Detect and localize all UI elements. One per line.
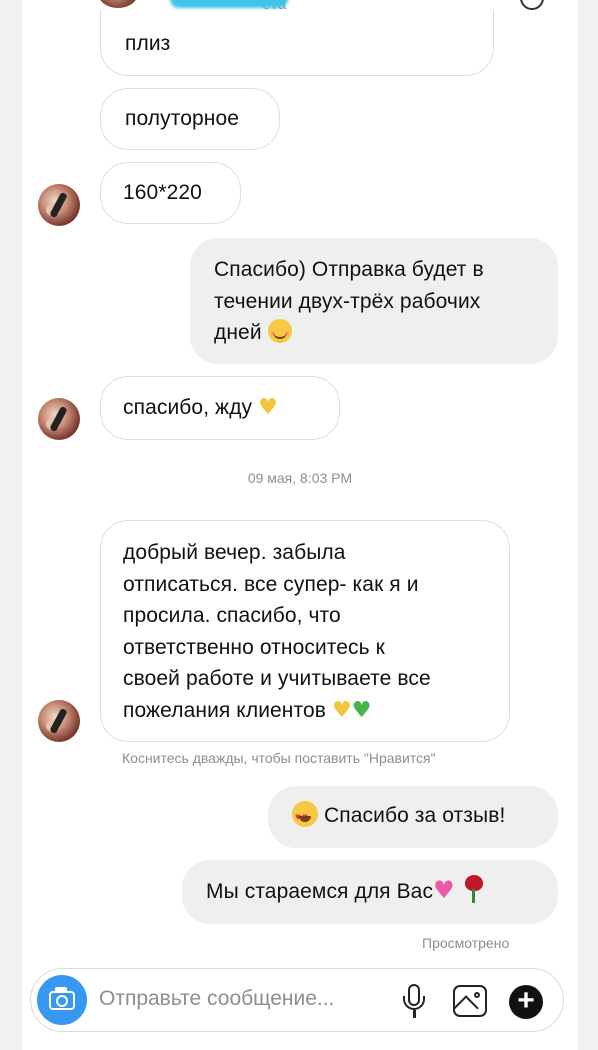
message-composer: Отправьте сообщение... + [30,968,564,1032]
message-line: Спасибо) Отправка будет в [214,258,484,281]
image-icon[interactable] [453,985,487,1017]
message-line: течении двух-трёх рабочих [214,289,481,313]
message-text: 160*220 [123,181,202,204]
sender-avatar[interactable] [38,700,80,742]
message-input[interactable]: Отправьте сообщение... [99,987,334,1011]
smiling-face-emoji-icon [267,319,292,343]
yellow-heart-emoji-icon: ♥ [331,697,352,723]
message-line: отписаться. все супер- как я и [123,572,419,596]
yellow-heart-emoji-icon: ♥ [258,395,278,420]
microphone-icon[interactable] [401,984,427,1020]
message-text: плиз [125,32,171,55]
message-text: спасибо, жду [123,396,253,419]
incoming-message[interactable]: 160*220 [100,162,241,224]
message-timestamp: 09 мая, 8:03 PM [247,470,353,486]
contact-avatar[interactable] [98,0,138,8]
message-line: своей работе и учитываете все [123,667,431,690]
heart-eyes-emoji-icon [292,801,318,834]
info-icon[interactable] [520,0,544,10]
message-text: полуторное [125,107,240,130]
outgoing-message[interactable]: Спасибо) Отправка будет в течении двух-т… [190,238,558,364]
green-heart-emoji-icon: ♥ [351,697,372,723]
message-line: пожелания клиентов [123,698,327,722]
double-tap-like-hint: Коснитесь дважды, чтобы поставить "Нрави… [122,750,436,766]
incoming-message[interactable]: спасибо, жду ♥ [100,376,340,440]
message-text: Мы стараемся для Вас [206,880,434,903]
seen-status: Просмотрено [422,935,510,951]
sparkling-heart-emoji-icon: ♥ [433,876,455,904]
message-line: ответственно относитесь к [123,635,385,659]
outgoing-message[interactable]: Спасибо за отзыв! [268,786,558,848]
redaction-scribble [170,0,288,8]
sender-avatar[interactable] [38,184,80,226]
incoming-message[interactable]: добрый вечер. забыла отписаться. все суп… [100,520,510,742]
message-line: просила. спасибо, что [123,604,341,627]
message-line: дней [214,321,262,344]
incoming-message[interactable]: полуторное [100,88,280,150]
outgoing-message[interactable]: Мы стараемся для Вас♥ [182,860,558,924]
chat-screen: eva плиз полуторное 160*220 Спасибо) Отп… [22,0,578,1050]
message-line: добрый вечер. забыла [123,541,346,564]
camera-button[interactable] [37,975,87,1025]
message-text: Спасибо за отзыв! [324,804,506,827]
plus-icon[interactable]: + [509,985,543,1019]
incoming-message[interactable]: плиз [100,10,494,76]
sender-avatar[interactable] [38,398,80,440]
rose-emoji-icon [463,875,485,903]
